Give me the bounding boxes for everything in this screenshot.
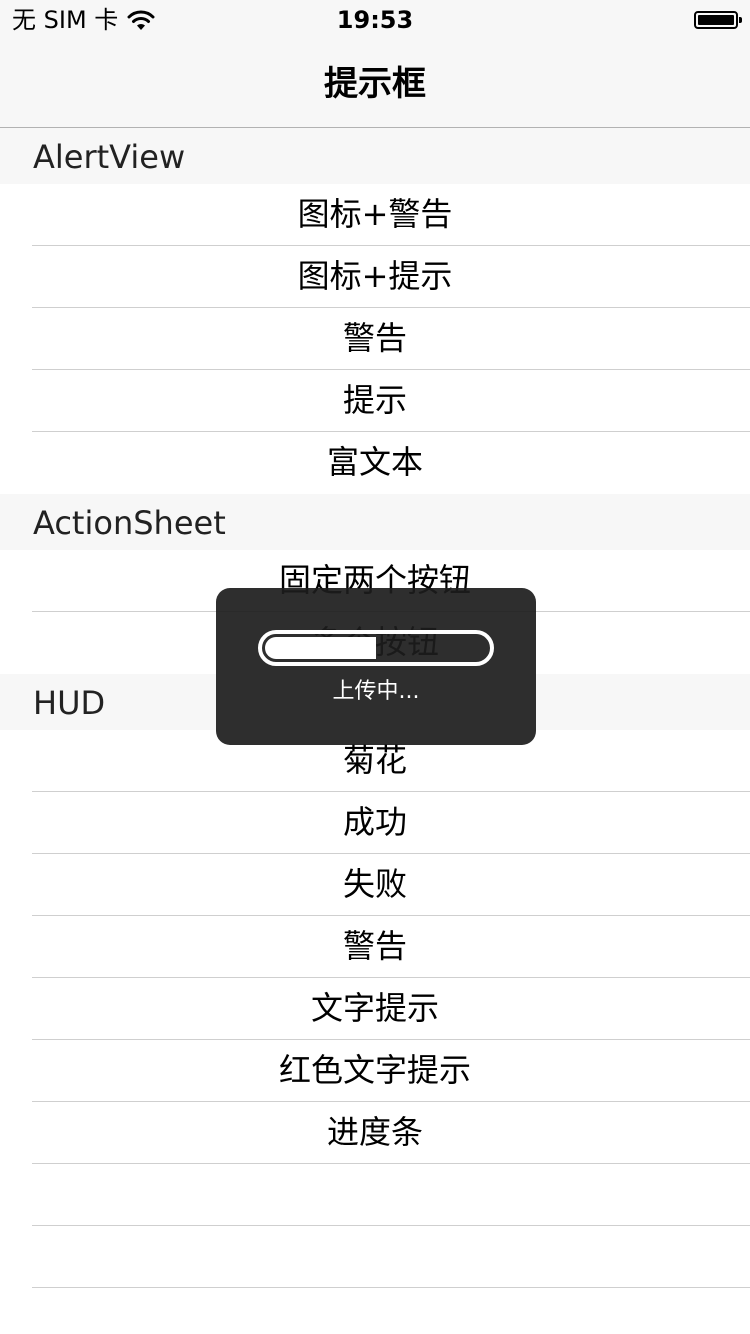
page-title: 提示框 <box>324 64 426 104</box>
table-row-red-text-tip[interactable]: 红色文字提示 <box>0 1040 750 1102</box>
table-row-info[interactable]: 提示 <box>0 370 750 432</box>
table-row-empty <box>0 1164 750 1226</box>
table-row-success[interactable]: 成功 <box>0 792 750 854</box>
row-label: 失败 <box>342 865 407 903</box>
table-row-icon-warning[interactable]: 图标+警告 <box>0 184 750 246</box>
table-row-progress-bar[interactable]: 进度条 <box>0 1102 750 1164</box>
row-label: 文字提示 <box>310 989 439 1027</box>
progress-fill <box>265 637 376 659</box>
battery-icon <box>694 11 742 29</box>
section-header-label: ActionSheet <box>33 504 226 542</box>
row-label: 成功 <box>342 803 407 841</box>
row-separator <box>32 1287 750 1288</box>
row-label: 进度条 <box>326 1113 423 1151</box>
row-label: 菊花 <box>342 741 407 779</box>
row-label: 图标+提示 <box>297 257 453 295</box>
section-header-alertview: AlertView <box>0 128 750 184</box>
status-bar: 无 SIM 卡 19:53 <box>0 0 750 40</box>
row-label: 图标+警告 <box>297 195 453 233</box>
row-label: 提示 <box>342 381 407 419</box>
navigation-bar: 提示框 <box>0 40 750 128</box>
row-label: 红色文字提示 <box>278 1051 471 1089</box>
table-row-hud-warning[interactable]: 警告 <box>0 916 750 978</box>
row-label: 富文本 <box>326 443 423 481</box>
status-time: 19:53 <box>336 6 414 34</box>
table-row-rich-text[interactable]: 富文本 <box>0 432 750 494</box>
hud-status-text: 上传中... <box>332 679 420 704</box>
table-row-empty <box>0 1226 750 1288</box>
table-row-failure[interactable]: 失败 <box>0 854 750 916</box>
row-label: 警告 <box>342 319 407 357</box>
row-label: 警告 <box>342 927 407 965</box>
table-row-warning[interactable]: 警告 <box>0 308 750 370</box>
progress-hud: 上传中... <box>216 588 536 745</box>
section-header-label: HUD <box>33 684 106 722</box>
table-row-text-tip[interactable]: 文字提示 <box>0 978 750 1040</box>
table-row-icon-info[interactable]: 图标+提示 <box>0 246 750 308</box>
section-header-label: AlertView <box>33 138 186 176</box>
progress-bar <box>258 630 494 666</box>
section-header-actionsheet: ActionSheet <box>0 494 750 550</box>
